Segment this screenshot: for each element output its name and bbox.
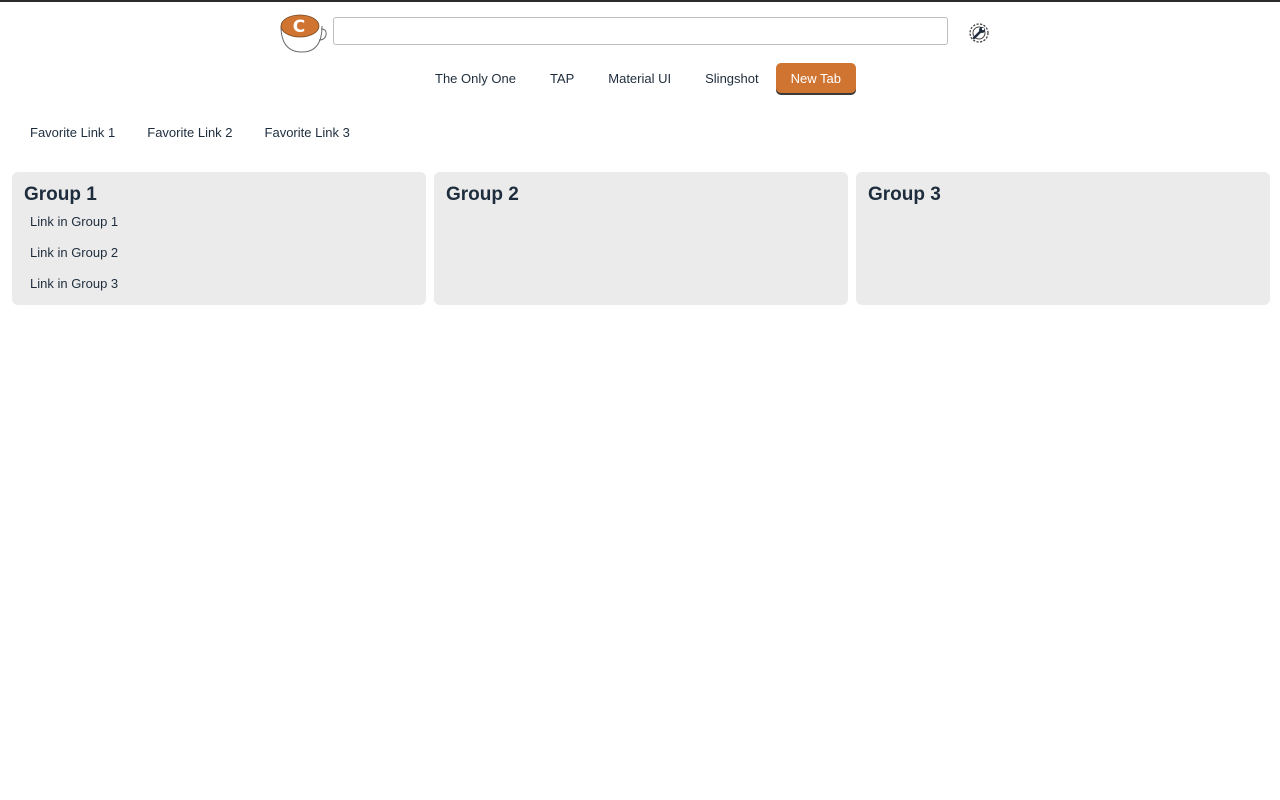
- link-groups: Group 1 Link in Group 1 Link in Group 2 …: [12, 172, 1270, 305]
- svg-text:C: C: [293, 17, 305, 37]
- group-link[interactable]: Link in Group 3: [24, 274, 414, 294]
- group-title: Group 1: [24, 184, 97, 205]
- tab-material-ui[interactable]: Material UI: [591, 64, 688, 93]
- favorite-link[interactable]: Favorite Link 2: [131, 122, 248, 143]
- tab-slingshot[interactable]: Slingshot: [688, 64, 775, 93]
- group-link[interactable]: Link in Group 1: [24, 212, 414, 232]
- favorites-bar: Favorite Link 1 Favorite Link 2 Favorite…: [14, 122, 366, 143]
- group-title: Group 2: [446, 184, 519, 205]
- tab-tap[interactable]: TAP: [533, 64, 591, 93]
- tab-the-only-one[interactable]: The Only One: [418, 64, 533, 93]
- tab-bar: The Only One TAP Material UI Slingshot N…: [418, 63, 856, 93]
- favorite-link[interactable]: Favorite Link 3: [249, 122, 366, 143]
- group-link[interactable]: Link in Group 2: [24, 243, 414, 263]
- favorite-link[interactable]: Favorite Link 1: [14, 122, 131, 143]
- header: C: [0, 0, 1280, 60]
- settings-wrench-icon[interactable]: [966, 20, 992, 46]
- group-title: Group 3: [868, 184, 941, 205]
- group-panel-3: Group 3: [856, 172, 1270, 305]
- tab-new-tab[interactable]: New Tab: [775, 63, 856, 93]
- group-panel-1: Group 1 Link in Group 1 Link in Group 2 …: [12, 172, 426, 305]
- coffee-cup-logo-icon[interactable]: C: [278, 12, 328, 54]
- search-input[interactable]: [333, 17, 948, 45]
- group-panel-2: Group 2: [434, 172, 848, 305]
